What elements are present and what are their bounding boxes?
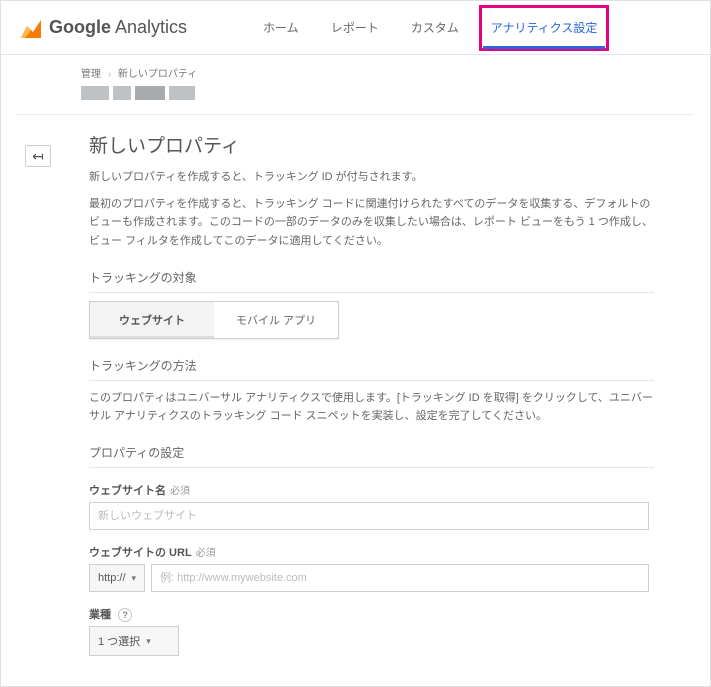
site-url-label: ウェブサイトの URL必須 xyxy=(89,544,654,560)
chevron-down-icon: ▾ xyxy=(146,636,151,647)
chevron-down-icon: ▾ xyxy=(132,573,137,584)
toggle-website[interactable]: ウェブサイト xyxy=(90,302,214,338)
back-button[interactable]: ↤ xyxy=(25,145,51,167)
industry-select[interactable]: 1 つ選択 ▾ xyxy=(89,626,179,656)
tracking-target-heading: トラッキングの対象 xyxy=(89,269,654,293)
logo: Google Analytics xyxy=(19,16,187,40)
protocol-value: http:// xyxy=(98,572,126,584)
site-url-input[interactable] xyxy=(151,564,649,592)
tab-custom[interactable]: カスタム xyxy=(395,1,475,55)
toggle-mobile-app[interactable]: モバイル アプリ xyxy=(214,302,338,338)
tab-report[interactable]: レポート xyxy=(315,1,395,55)
tab-admin[interactable]: アナリティクス設定 xyxy=(475,1,614,55)
tracking-method-body: このプロパティはユニバーサル アナリティクスで使用します。[トラッキング ID … xyxy=(89,389,654,426)
breadcrumb: 管理 › 新しいプロパティ xyxy=(1,55,710,86)
tracking-target-toggle: ウェブサイト モバイル アプリ xyxy=(89,301,339,339)
property-settings-heading: プロパティの設定 xyxy=(89,444,654,468)
breadcrumb-sep-icon: › xyxy=(108,69,111,80)
ga-logo-icon xyxy=(19,16,43,40)
protocol-select[interactable]: http:// ▾ xyxy=(89,564,145,592)
industry-value: 1 つ選択 xyxy=(98,633,140,649)
help-icon[interactable]: ? xyxy=(118,608,132,622)
top-bar: Google Analytics ホーム レポート カスタム アナリティクス設定 xyxy=(1,1,710,55)
logo-text: Google Analytics xyxy=(49,17,187,38)
site-name-input[interactable] xyxy=(89,502,649,530)
breadcrumb-root[interactable]: 管理 xyxy=(81,69,101,80)
intro-text-2: 最初のプロパティを作成すると、トラッキング コードに関連付けられたすべてのデータ… xyxy=(89,195,654,251)
industry-label: 業種 ? xyxy=(89,606,654,622)
intro-text-1: 新しいプロパティを作成すると、トラッキング ID が付与されます。 xyxy=(89,168,654,187)
tab-home[interactable]: ホーム xyxy=(247,1,315,55)
page-title: 新しいプロパティ xyxy=(89,131,654,158)
tracking-method-heading: トラッキングの方法 xyxy=(89,357,654,381)
site-name-label: ウェブサイト名必須 xyxy=(89,482,654,498)
breadcrumb-current: 新しいプロパティ xyxy=(118,69,197,80)
nav-tabs: ホーム レポート カスタム アナリティクス設定 xyxy=(247,1,613,55)
account-path-placeholder xyxy=(1,86,710,114)
